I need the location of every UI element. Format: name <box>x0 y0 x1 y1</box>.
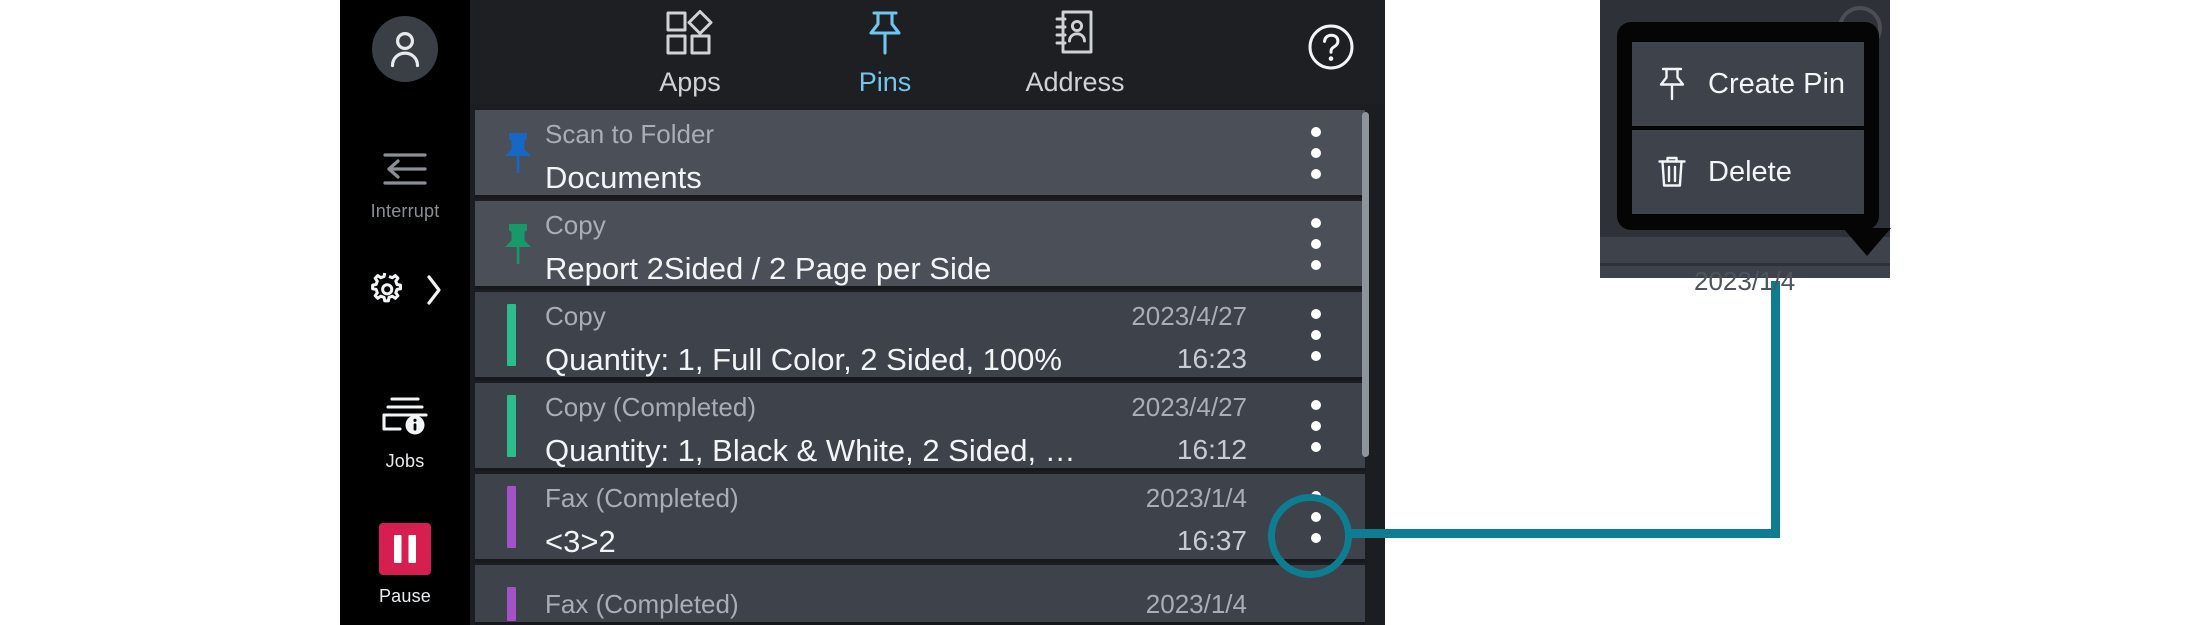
tab-label-apps: Apps <box>659 69 721 96</box>
list-item[interactable]: Scan to Folder Documents <box>475 110 1365 198</box>
list-scrollbar-thumb[interactable] <box>1362 112 1369 457</box>
row-subtitle: Fax (Completed) <box>545 485 739 511</box>
list-item[interactable]: Fax (Completed) <3>2 2023/1/4 16:37 <box>475 474 1365 562</box>
status-bar <box>507 395 516 457</box>
list-item[interactable]: Copy Report 2Sided / 2 Page per Side <box>475 201 1365 289</box>
context-menu[interactable]: Create Pin Delete <box>1617 22 1879 230</box>
row-title: Report 2Sided / 2 Page per Side <box>545 253 991 284</box>
row-date: 2023/1/4 <box>1146 591 1247 617</box>
row-date: 2023/1/4 <box>1146 485 1247 511</box>
help-question-icon[interactable] <box>1307 23 1355 71</box>
list-item[interactable]: Fax (Completed) 2023/1/4 <box>475 565 1365 625</box>
row-subtitle: Fax (Completed) <box>545 591 739 617</box>
job-list[interactable]: Scan to Folder Documents Copy Report 2Si… <box>470 110 1385 625</box>
sidebar-avatar[interactable] <box>340 16 470 82</box>
row-menu-button[interactable] <box>1311 400 1321 452</box>
row-title: Quantity: 1, Full Color, 2 Sided, 100% <box>545 344 1062 375</box>
tab-address[interactable]: Address <box>1000 8 1150 96</box>
menu-item-label: Delete <box>1708 158 1792 187</box>
ghost-row-date: 2023/1/4 <box>1694 268 1795 294</box>
pin-icon <box>497 129 539 177</box>
tab-apps[interactable]: Apps <box>615 8 765 96</box>
sidebar-label-jobs: Jobs <box>386 452 425 470</box>
row-subtitle: Copy <box>545 212 606 238</box>
sidebar: Interrupt <box>340 0 470 625</box>
row-date: 2023/4/27 <box>1131 394 1247 420</box>
row-subtitle: Scan to Folder <box>545 121 714 147</box>
row-date: 2023/4/27 <box>1131 303 1247 329</box>
top-navigation-bar: Apps Pins <box>470 0 1385 104</box>
address-book-icon <box>1052 8 1098 63</box>
row-title: Quantity: 1, Black & White, 2 Sided, … <box>545 435 1076 466</box>
apps-grid-icon <box>663 8 717 63</box>
row-title: <3>2 <box>545 526 616 557</box>
device-panel: Interrupt <box>340 0 1385 625</box>
row-menu-button[interactable] <box>1311 127 1321 179</box>
callout-connector-horizontal <box>1348 529 1780 538</box>
menu-item-create-pin[interactable]: Create Pin <box>1632 42 1864 126</box>
sidebar-item-interrupt[interactable]: Interrupt <box>340 148 470 220</box>
sidebar-item-jobs[interactable]: Jobs <box>340 392 470 470</box>
pin-icon <box>863 8 907 63</box>
sidebar-item-settings[interactable] <box>340 268 470 317</box>
context-menu-items: Create Pin Delete <box>1632 42 1864 214</box>
sidebar-label-interrupt: Interrupt <box>371 202 440 220</box>
trash-icon <box>1655 153 1689 191</box>
list-item[interactable]: Copy Quantity: 1, Full Color, 2 Sided, 1… <box>475 292 1365 380</box>
row-subtitle: Copy <box>545 303 606 329</box>
user-avatar-icon <box>372 16 438 82</box>
pin-outline-icon <box>1655 65 1689 103</box>
pause-icon <box>379 523 431 580</box>
row-time: 16:12 <box>1177 436 1247 464</box>
tab-label-pins: Pins <box>859 69 912 96</box>
context-menu-arrow <box>1843 228 1891 256</box>
menu-item-delete[interactable]: Delete <box>1632 130 1864 214</box>
pin-icon <box>497 220 539 268</box>
list-item[interactable]: Copy (Completed) Quantity: 1, Black & Wh… <box>475 383 1365 471</box>
sidebar-label-pause: Pause <box>379 587 431 605</box>
tab-label-address: Address <box>1025 69 1124 96</box>
sidebar-item-pause[interactable]: Pause <box>340 523 470 605</box>
status-bar <box>507 587 516 621</box>
row-time: 16:37 <box>1177 527 1247 555</box>
chevron-right-icon <box>425 268 443 317</box>
row-menu-button[interactable] <box>1311 218 1321 270</box>
status-bar <box>507 486 516 548</box>
jobs-info-icon <box>378 392 432 445</box>
list-scrollbar[interactable] <box>1370 110 1377 625</box>
screenshot-root: Interrupt <box>0 0 2200 625</box>
main-area: Apps Pins <box>470 0 1385 625</box>
tab-pins[interactable]: Pins <box>810 8 960 96</box>
menu-item-label: Create Pin <box>1708 70 1845 99</box>
row-menu-button[interactable] <box>1311 309 1321 361</box>
row-time: 16:23 <box>1177 345 1247 373</box>
callout-connector-vertical <box>1771 281 1780 537</box>
row-title: Documents <box>545 162 702 193</box>
row-subtitle: Copy (Completed) <box>545 394 756 420</box>
kebab-highlight-ring <box>1268 494 1352 578</box>
interrupt-icon <box>379 148 431 195</box>
settings-gear-icon <box>367 268 411 317</box>
status-bar <box>507 304 516 366</box>
